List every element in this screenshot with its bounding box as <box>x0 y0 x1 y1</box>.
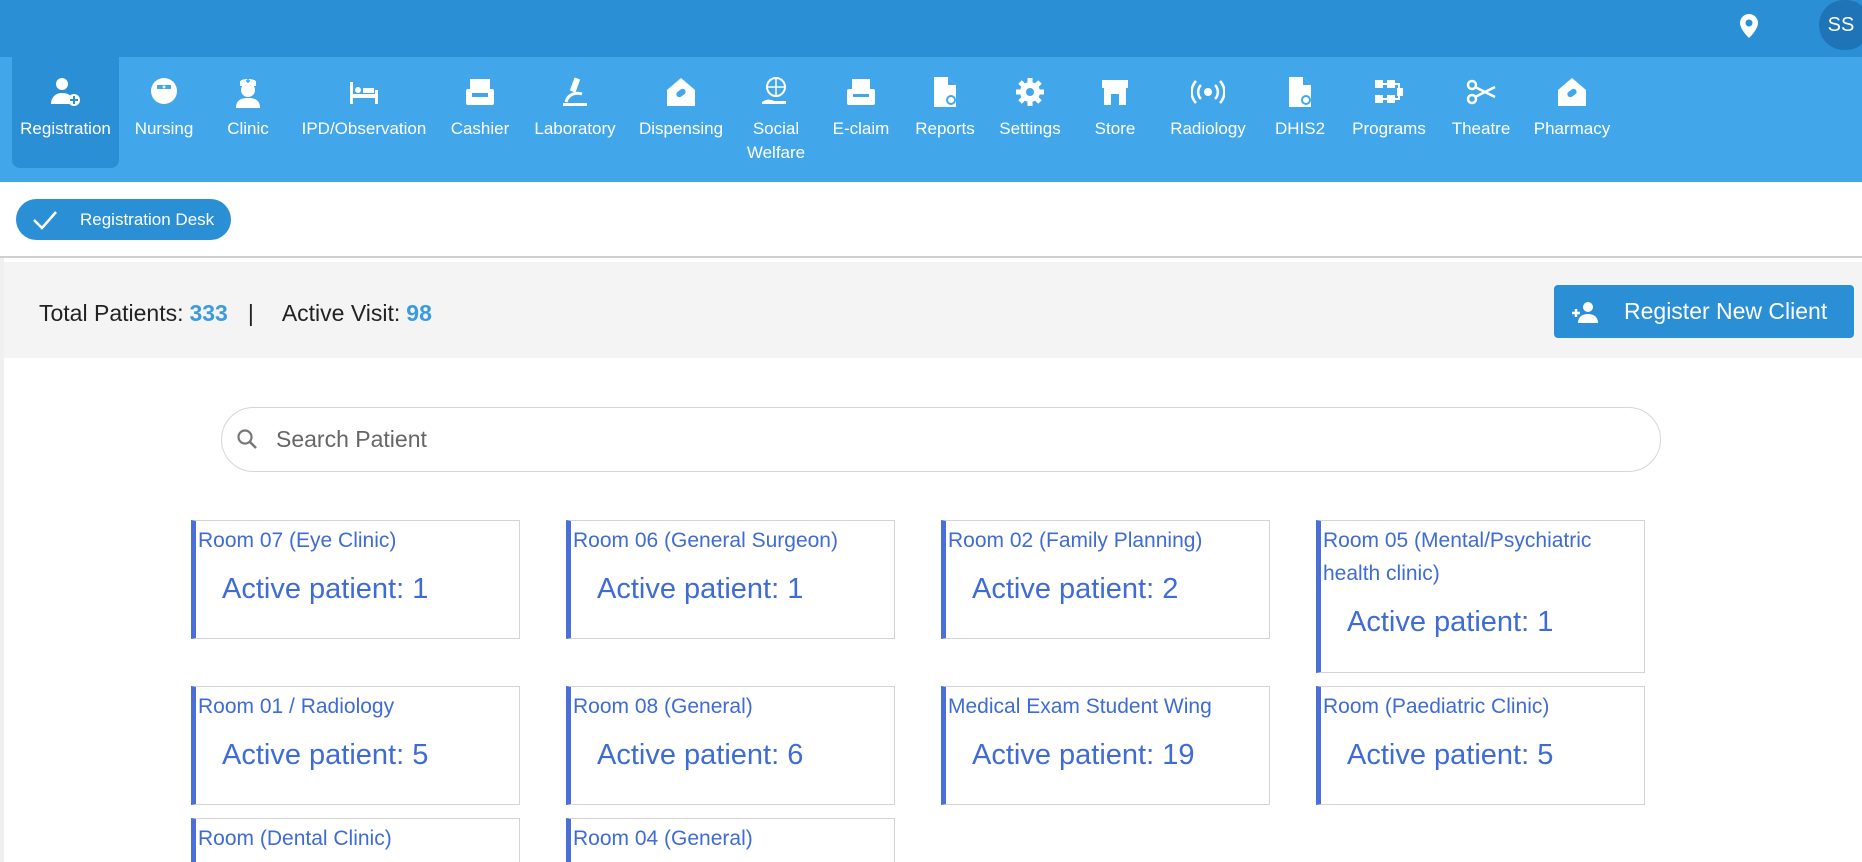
active-patient-count: Active patient: 1 <box>597 573 804 605</box>
registration-desk-button[interactable]: Registration Desk <box>16 199 231 240</box>
room-card[interactable]: Room (Dental Clinic) <box>191 818 520 862</box>
nav-item-theatre[interactable]: Theatre <box>1448 57 1514 168</box>
nav-item-pharmacy[interactable]: Pharmacy <box>1532 57 1612 168</box>
user-avatar[interactable]: SS <box>1819 0 1862 50</box>
nav-item-registration[interactable]: Registration <box>12 57 119 168</box>
nav-label: Laboratory <box>534 119 616 138</box>
register-new-client-label: Register New Client <box>1624 298 1828 324</box>
patient-stats: Total Patients: 333 | Active Visit: 98 <box>39 300 432 327</box>
active-patient-count: Active patient: 5 <box>222 739 429 771</box>
nav-label: Social Welfare <box>746 119 806 162</box>
report-icon <box>928 75 962 109</box>
user-plus-icon <box>49 75 83 109</box>
room-name: Medical Exam Student Wing <box>948 695 1212 718</box>
nav-item-dispensing[interactable]: Dispensing <box>636 57 726 168</box>
registration-desk-label: Registration Desk <box>80 209 215 229</box>
nav-item-settings[interactable]: Settings <box>994 57 1066 168</box>
room-card[interactable]: Room 06 (General Surgeon) Active patient… <box>566 520 895 639</box>
nav-item-social-welfare[interactable]: Social Welfare <box>744 57 808 168</box>
scissors-icon <box>1464 75 1498 109</box>
active-patient-count: Active patient: 1 <box>222 573 429 605</box>
divider <box>0 256 1862 258</box>
nurse-icon <box>147 75 181 109</box>
nav-item-laboratory[interactable]: Laboratory <box>532 57 618 168</box>
nav-label: IPD/Observation <box>301 119 427 138</box>
add-user-icon <box>1570 300 1600 324</box>
room-card[interactable]: Room (Paediatric Clinic) Active patient:… <box>1316 686 1645 805</box>
active-patient-count: Active patient: 19 <box>972 739 1195 771</box>
top-bar: SS <box>0 0 1862 57</box>
nav-label: Dispensing <box>638 119 724 138</box>
nav-label: Theatre <box>1451 119 1511 138</box>
nav-label: Clinic <box>227 119 269 138</box>
active-patient-count: Active patient: 5 <box>1347 739 1554 771</box>
microscope-icon <box>558 75 592 109</box>
pill-house-icon <box>1555 75 1589 109</box>
doctor-icon <box>231 75 265 109</box>
room-card[interactable]: Room 08 (General) Active patient: 6 <box>566 686 895 805</box>
printer-icon <box>844 75 878 109</box>
room-name: Room 05 (Mental/Psychiatric health clini… <box>1323 529 1592 585</box>
nav-label: Pharmacy <box>1533 119 1611 138</box>
nav-item-dhis2[interactable]: DHIS2 <box>1270 57 1330 168</box>
nav-item-nursing[interactable]: Nursing <box>128 57 200 168</box>
nav-label: Radiology <box>1170 119 1246 138</box>
room-card[interactable]: Room 05 (Mental/Psychiatric health clini… <box>1316 520 1645 673</box>
nav-label: Nursing <box>134 119 194 138</box>
globe-hand-icon <box>759 75 793 109</box>
check-icon <box>32 210 58 230</box>
bed-icon <box>347 75 381 109</box>
stats-separator: | <box>247 300 254 326</box>
nav-label: Programs <box>1352 119 1426 138</box>
active-visit-value: 98 <box>406 300 432 326</box>
nav-label: Store <box>1094 119 1136 138</box>
nav-item-radiology[interactable]: Radiology <box>1164 57 1252 168</box>
room-name: Room 04 (General) <box>573 827 753 850</box>
total-patients-label: Total Patients: <box>39 300 184 326</box>
cash-register-icon <box>463 75 497 109</box>
nav-label: E-claim <box>832 119 890 138</box>
room-card[interactable]: Room 02 (Family Planning) Active patient… <box>941 520 1270 639</box>
room-card[interactable]: Room 04 (General) <box>566 818 895 862</box>
nav-item-e-claim[interactable]: E-claim <box>826 57 896 168</box>
search-bar[interactable] <box>221 407 1661 472</box>
room-name: Room 06 (General Surgeon) <box>573 529 838 552</box>
nav-label: Registration <box>20 119 111 138</box>
module-nav: Registration Nursing Clinic IPD/Observat… <box>0 57 1862 182</box>
active-patient-count: Active patient: 1 <box>1347 606 1554 638</box>
room-name: Room (Paediatric Clinic) <box>1323 695 1550 718</box>
room-card[interactable]: Medical Exam Student Wing Active patient… <box>941 686 1270 805</box>
file-chart-icon <box>1283 75 1317 109</box>
nav-label: DHIS2 <box>1274 119 1326 138</box>
search-patient-input[interactable] <box>276 426 1576 453</box>
total-patients-value: 333 <box>189 300 228 326</box>
room-name: Room 02 (Family Planning) <box>948 529 1203 552</box>
store-icon <box>1098 75 1132 109</box>
nav-item-store[interactable]: Store <box>1084 57 1146 168</box>
active-patient-count: Active patient: 6 <box>597 739 804 771</box>
room-card[interactable]: Room 01 / Radiology Active patient: 5 <box>191 686 520 805</box>
radiation-icon <box>1191 75 1225 109</box>
room-name: Room (Dental Clinic) <box>198 827 392 850</box>
active-visit-label: Active Visit: <box>281 300 401 326</box>
search-icon <box>236 428 260 452</box>
location-pin-icon[interactable] <box>1737 12 1761 40</box>
room-name: Room 08 (General) <box>573 695 753 718</box>
nav-item-clinic[interactable]: Clinic <box>218 57 278 168</box>
room-card[interactable]: Room 07 (Eye Clinic) Active patient: 1 <box>191 520 520 639</box>
room-name: Room 07 (Eye Clinic) <box>198 529 397 552</box>
room-name: Room 01 / Radiology <box>198 695 395 718</box>
nav-item-programs[interactable]: Programs <box>1348 57 1430 168</box>
flow-icon <box>1372 75 1406 109</box>
pill-house-icon <box>664 75 698 109</box>
nav-item-reports[interactable]: Reports <box>914 57 976 168</box>
nav-label: Reports <box>915 119 975 138</box>
register-new-client-button[interactable]: Register New Client <box>1554 285 1854 338</box>
nav-label: Cashier <box>450 119 510 138</box>
nav-item-ipd-observation[interactable]: IPD/Observation <box>300 57 428 168</box>
nav-label: Settings <box>999 119 1061 138</box>
gear-icon <box>1013 75 1047 109</box>
active-patient-count: Active patient: 2 <box>972 573 1179 605</box>
nav-item-cashier[interactable]: Cashier <box>446 57 514 168</box>
